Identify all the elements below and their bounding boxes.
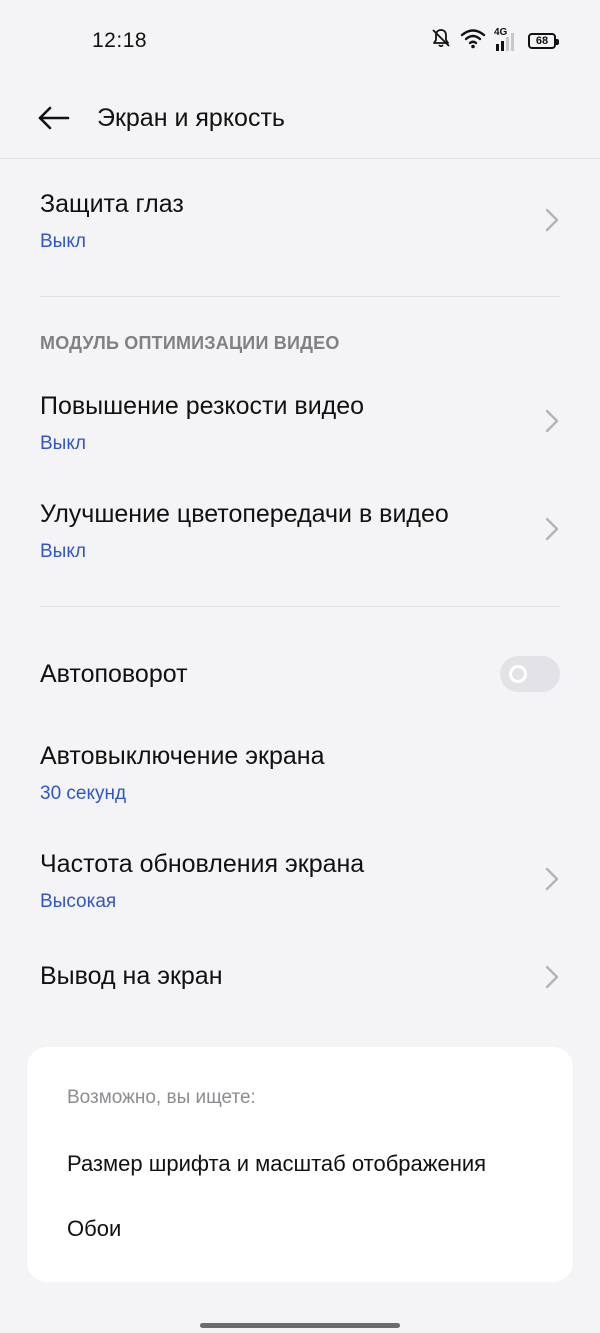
status-time: 12:18 — [92, 29, 148, 52]
suggestion-wallpaper[interactable]: Обои — [67, 1216, 121, 1242]
screen-cast-row[interactable]: Вывод на экран — [0, 942, 600, 1012]
refresh-rate-title: Частота обновления экрана — [40, 850, 365, 878]
refresh-rate-row[interactable]: Частота обновления экрана Высокая — [0, 830, 600, 930]
chevron-right-icon — [542, 205, 562, 235]
status-bar: 12:18 4G 68 — [0, 0, 600, 80]
video-sharpness-row[interactable]: Повышение резкости видео Выкл — [0, 372, 600, 472]
eye-protection-row[interactable]: Защита глаз Выкл — [0, 170, 600, 280]
screen-timeout-value: 30 секунд — [40, 783, 127, 804]
wifi-icon — [460, 27, 486, 54]
video-color-value: Выкл — [40, 541, 86, 562]
status-icons: 4G 68 — [430, 27, 559, 54]
eye-protection-title: Защита глаз — [40, 190, 184, 218]
bell-off-icon — [430, 27, 452, 54]
chevron-right-icon — [542, 962, 562, 992]
battery-level: 68 — [535, 34, 549, 47]
auto-rotate-row: Автоповорот — [0, 640, 600, 710]
chevron-right-icon — [542, 514, 562, 544]
refresh-rate-value: Высокая — [40, 891, 117, 912]
auto-rotate-toggle[interactable] — [500, 656, 560, 692]
chevron-right-icon — [542, 864, 562, 894]
suggestion-font-size[interactable]: Размер шрифта и масштаб отображения — [67, 1151, 486, 1177]
arrow-left-icon — [37, 106, 71, 135]
settings-screen: 12:18 4G 68 Экран и яркость Защита глаз … — [0, 0, 600, 1333]
suggestions-header: Возможно, вы ищете: — [67, 1087, 256, 1108]
section-header-video: МОДУЛЬ ОПТИМИЗАЦИИ ВИДЕО — [40, 333, 340, 353]
video-sharpness-title: Повышение резкости видео — [40, 392, 365, 420]
eye-protection-value: Выкл — [40, 231, 86, 252]
signal-icon: 4G — [494, 27, 520, 53]
divider — [40, 606, 560, 607]
battery-icon: 68 — [528, 32, 559, 49]
video-sharpness-value: Выкл — [40, 433, 86, 454]
page-title: Экран и яркость — [97, 104, 285, 132]
video-color-title: Улучшение цветопередачи в видео — [40, 500, 449, 528]
toggle-knob — [509, 665, 527, 683]
back-button[interactable] — [34, 102, 74, 138]
screen-timeout-row[interactable]: Автовыключение экрана 30 секунд — [0, 722, 600, 822]
auto-rotate-title: Автоповорот — [40, 660, 188, 688]
divider — [40, 296, 560, 297]
chevron-right-icon — [542, 406, 562, 436]
app-bar: Экран и яркость — [0, 80, 600, 159]
video-color-row[interactable]: Улучшение цветопередачи в видео Выкл — [0, 480, 600, 580]
screen-timeout-title: Автовыключение экрана — [40, 742, 325, 770]
home-indicator[interactable] — [200, 1323, 400, 1328]
suggestions-card: Возможно, вы ищете: Размер шрифта и масш… — [27, 1047, 573, 1282]
screen-cast-title: Вывод на экран — [40, 962, 223, 990]
